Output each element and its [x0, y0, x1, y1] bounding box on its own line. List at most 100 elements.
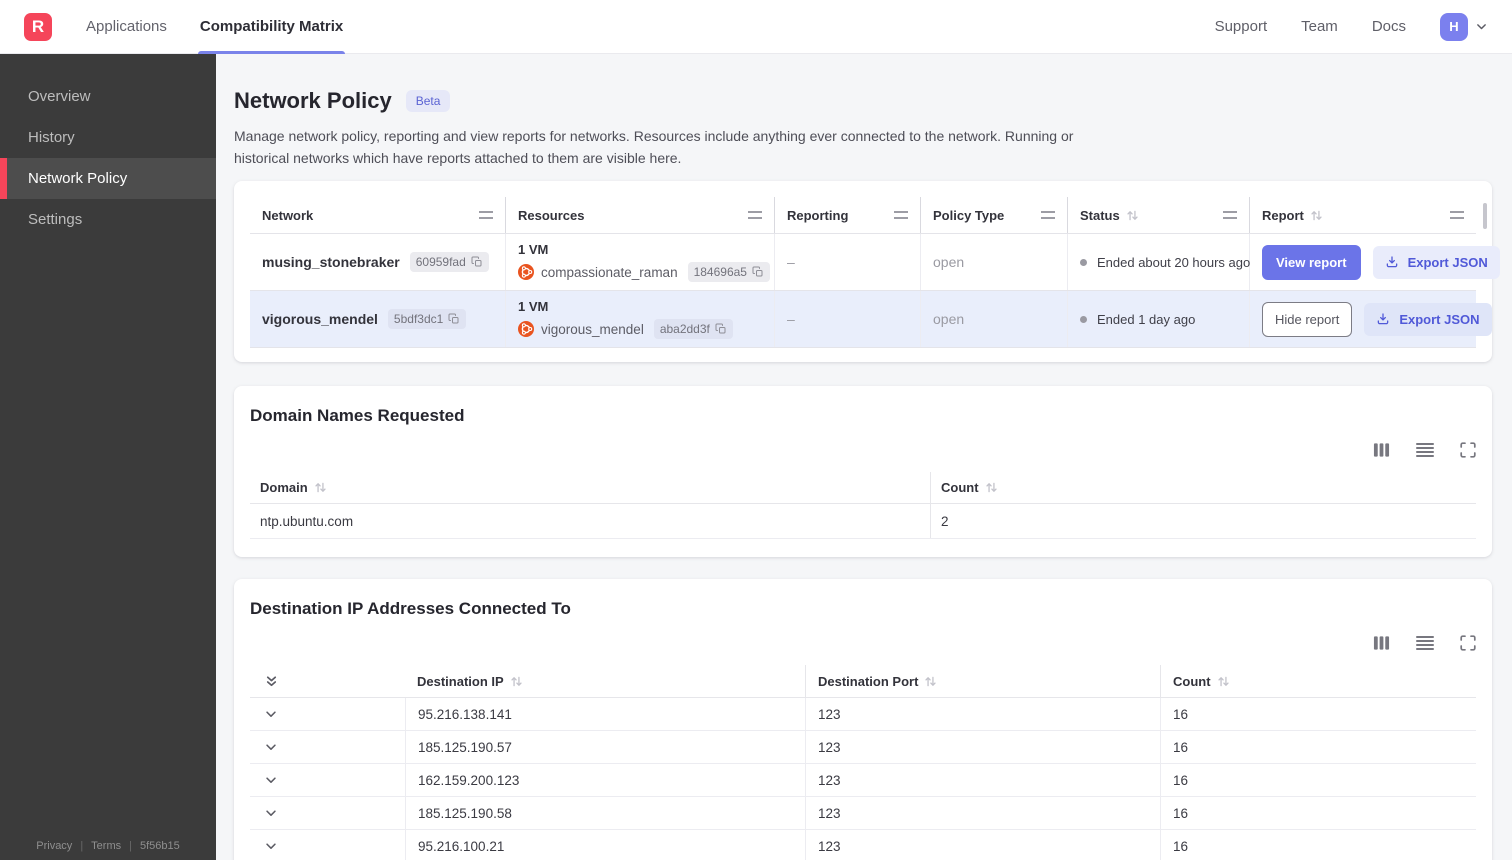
count-value: 16 — [1173, 706, 1189, 722]
sidebar-item-network-policy[interactable]: Network Policy — [0, 158, 216, 199]
column-header-resources[interactable]: Resources — [518, 208, 584, 223]
fullscreen-icon[interactable] — [1460, 442, 1476, 458]
sort-icon[interactable] — [1126, 209, 1139, 222]
network-name: musing_stonebraker — [262, 254, 400, 270]
vm-count: 1 VM — [518, 242, 549, 257]
sidebar-item-history[interactable]: History — [0, 117, 216, 158]
columns-icon[interactable] — [1373, 635, 1390, 651]
column-resize-handle[interactable] — [479, 211, 493, 219]
top-navbar: R Applications Compatibility Matrix Supp… — [0, 0, 1512, 54]
status-text: Ended about 20 hours ago — [1097, 254, 1251, 270]
column-resize-handle[interactable] — [1223, 211, 1237, 219]
resource-hash-badge[interactable]: 184696a5 — [687, 262, 770, 282]
sort-icon[interactable] — [314, 481, 327, 494]
privacy-link[interactable]: Privacy — [36, 840, 72, 852]
network-table-card: Network Resources Reporting Policy Type — [234, 181, 1500, 362]
expand-row-icon[interactable] — [264, 740, 278, 754]
column-header-network[interactable]: Network — [262, 208, 313, 223]
resource-hash-badge[interactable]: aba2dd3f — [653, 319, 733, 339]
expand-row-icon[interactable] — [264, 773, 278, 787]
destination-ip-value: 95.216.138.141 — [418, 706, 512, 722]
sort-icon[interactable] — [985, 481, 998, 494]
sort-icon[interactable] — [924, 675, 937, 688]
ubuntu-icon — [518, 321, 534, 337]
sidebar-item-settings[interactable]: Settings — [0, 199, 216, 240]
column-resize-handle[interactable] — [1041, 211, 1055, 219]
resource-name: compassionate_raman — [541, 264, 678, 280]
destination-ip-value: 162.159.200.123 — [418, 772, 520, 788]
nav-link-team[interactable]: Team — [1301, 18, 1338, 35]
destination-ip-value: 95.216.100.21 — [418, 838, 505, 854]
destination-table-row: 95.216.100.21 123 16 — [250, 830, 1476, 860]
count-value: 16 — [1173, 838, 1189, 854]
network-hash-badge[interactable]: 5bdf3dc1 — [387, 309, 467, 329]
columns-icon[interactable] — [1373, 442, 1390, 458]
rows-density-icon[interactable] — [1416, 442, 1434, 458]
download-icon — [1376, 312, 1390, 326]
column-header-destination-port[interactable]: Destination Port — [818, 674, 918, 689]
network-table-row: musing_stonebraker 60959fad 1 VM compass… — [250, 233, 1500, 290]
vm-count: 1 VM — [518, 299, 549, 314]
expand-all-icon[interactable] — [264, 674, 279, 689]
destination-card-title: Destination IP Addresses Connected To — [250, 599, 571, 618]
sidebar-item-overview[interactable]: Overview — [0, 76, 216, 117]
expand-row-icon[interactable] — [264, 707, 278, 721]
column-header-policy-type[interactable]: Policy Type — [933, 208, 1004, 223]
tab-compatibility-matrix[interactable]: Compatibility Matrix — [197, 0, 346, 54]
destination-ip-value: 185.125.190.57 — [418, 739, 512, 755]
user-menu[interactable]: H — [1440, 12, 1488, 41]
app-logo[interactable]: R — [24, 12, 52, 41]
column-header-reporting[interactable]: Reporting — [787, 208, 848, 223]
column-header-count[interactable]: Count — [1173, 674, 1211, 689]
nav-link-docs[interactable]: Docs — [1372, 18, 1406, 35]
copy-icon[interactable] — [752, 266, 764, 278]
tab-applications[interactable]: Applications — [86, 0, 167, 54]
destination-table-header: Destination IP Destination Port Count — [250, 665, 1476, 698]
destination-table: Destination IP Destination Port Count 95… — [250, 665, 1476, 860]
network-table-row: vigorous_mendel 5bdf3dc1 1 VM vigorous_m… — [250, 290, 1492, 348]
fullscreen-icon[interactable] — [1460, 635, 1476, 651]
count-value: 16 — [1173, 805, 1189, 821]
chevron-down-icon — [1475, 20, 1488, 33]
column-resize-handle[interactable] — [894, 211, 908, 219]
destination-port-value: 123 — [818, 805, 841, 821]
expand-row-icon[interactable] — [264, 839, 278, 853]
copy-icon[interactable] — [448, 313, 460, 325]
destination-table-row: 95.216.138.141 123 16 — [250, 698, 1476, 731]
destination-port-value: 123 — [818, 838, 841, 854]
report-toggle-button[interactable]: View report — [1262, 244, 1361, 280]
destination-port-value: 123 — [818, 706, 841, 722]
terms-link[interactable]: Terms — [91, 840, 121, 852]
column-header-destination-ip[interactable]: Destination IP — [417, 674, 504, 689]
nav-link-support[interactable]: Support — [1215, 18, 1268, 35]
domain-table-header: Domain Count — [250, 472, 1476, 504]
download-icon — [1385, 255, 1399, 269]
table-scrollbar-thumb[interactable] — [1483, 203, 1487, 229]
domain-value: ntp.ubuntu.com — [260, 513, 354, 529]
column-resize-handle[interactable] — [748, 211, 762, 219]
column-header-status[interactable]: Status — [1080, 208, 1120, 223]
network-name: vigorous_mendel — [262, 311, 378, 327]
column-header-count[interactable]: Count — [941, 480, 979, 495]
sort-icon[interactable] — [510, 675, 523, 688]
column-header-report[interactable]: Report — [1262, 208, 1304, 223]
count-value: 16 — [1173, 739, 1189, 755]
report-toggle-button[interactable]: Hide report — [1262, 301, 1353, 337]
export-json-button[interactable]: Export JSON — [1372, 245, 1500, 279]
status-dot — [1080, 258, 1087, 266]
export-json-button[interactable]: Export JSON — [1364, 302, 1492, 336]
expand-row-icon[interactable] — [264, 806, 278, 820]
avatar[interactable]: H — [1440, 12, 1468, 41]
sort-icon[interactable] — [1217, 675, 1230, 688]
sort-icon[interactable] — [1310, 209, 1323, 222]
column-header-domain[interactable]: Domain — [260, 480, 308, 495]
network-table-header: Network Resources Reporting Policy Type — [250, 197, 1476, 233]
domain-table-row: ntp.ubuntu.com 2 — [250, 504, 1476, 539]
destination-ips-card: Destination IP Addresses Connected To De… — [234, 579, 1492, 860]
copy-icon[interactable] — [471, 256, 483, 268]
domain-names-card: Domain Names Requested Domain Count ntp.… — [234, 386, 1492, 557]
copy-icon[interactable] — [715, 323, 727, 335]
rows-density-icon[interactable] — [1416, 635, 1434, 651]
column-resize-handle[interactable] — [1450, 211, 1464, 219]
network-hash-badge[interactable]: 60959fad — [409, 252, 489, 272]
